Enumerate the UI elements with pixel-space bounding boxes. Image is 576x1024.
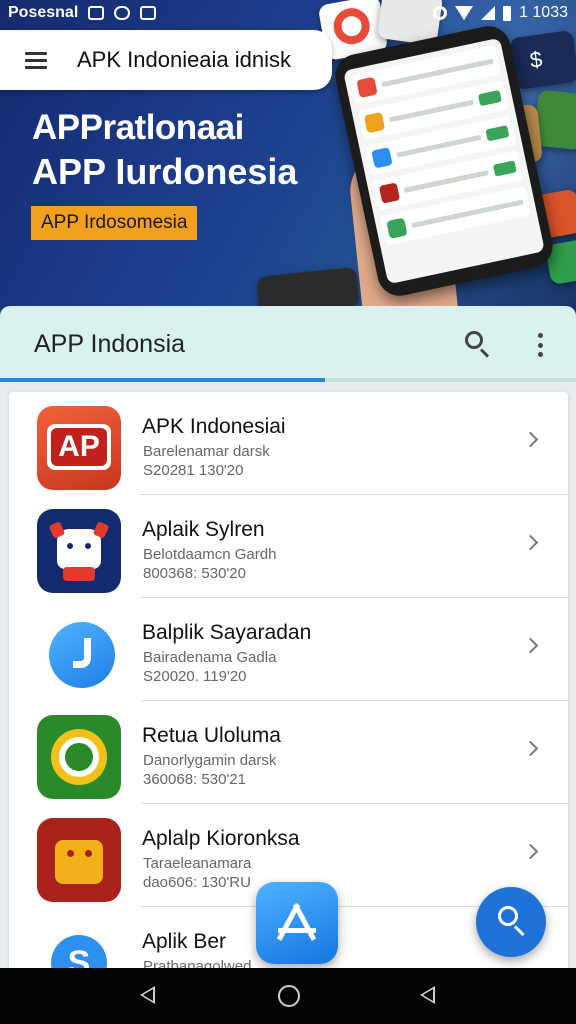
- app-date: S20281 130'20: [143, 462, 244, 479]
- app-name: Aplik Ber: [142, 930, 227, 953]
- app-date: 360068: 530'21: [143, 771, 246, 788]
- battery-icon: [503, 5, 512, 21]
- chevron-right-icon: [522, 843, 539, 860]
- gear-icon: [433, 6, 448, 20]
- finance-app-icon: $: [508, 29, 576, 91]
- app-store-button[interactable]: [256, 882, 338, 964]
- app-date: dao606: 130'RU: [143, 874, 251, 891]
- list-item[interactable]: Retua Uloluma Danorlygamin darsk 360068:…: [9, 701, 568, 804]
- android-box-icon: [37, 818, 121, 902]
- hero-title-line2: APP Iurdonesia: [32, 151, 298, 192]
- robot-icon: [37, 509, 121, 593]
- app-date: 800368: 530'20: [143, 565, 246, 582]
- music-note-icon: [37, 612, 121, 696]
- list-item[interactable]: Aplaik Sylren Belotdaamcn Gardh 800368: …: [9, 495, 568, 598]
- app-subtitle: Danorlygamin darsk: [143, 752, 277, 769]
- message-icon: [114, 6, 131, 20]
- recent-apps-icon[interactable]: [420, 986, 435, 1004]
- chevron-right-icon: [522, 431, 539, 448]
- status-bar: Posesnal 1 1033: [0, 0, 576, 26]
- search-text[interactable]: APK Indonieaia idnisk: [77, 47, 291, 73]
- search-icon[interactable]: [464, 330, 492, 358]
- list-item[interactable]: AP APK Indonesiai Barelenamar darsk S202…: [9, 392, 568, 495]
- carrier-label: Posesnal: [8, 4, 79, 21]
- chevron-right-icon: [522, 740, 539, 757]
- clock: 1 1033: [519, 4, 568, 21]
- search-fab[interactable]: [476, 887, 546, 957]
- home-icon[interactable]: [278, 985, 300, 1007]
- search-bar[interactable]: APK Indonieaia idnisk: [0, 30, 332, 90]
- hero-title-line1: APPratlonaai: [32, 108, 244, 147]
- navigation-bar: [0, 968, 576, 1024]
- app-name: Aplalp Kioronksa: [142, 827, 300, 850]
- dollar-icon: S: [37, 921, 121, 970]
- app-subtitle: Bairadenama Gadla: [143, 649, 277, 666]
- chevron-right-icon: [522, 534, 539, 551]
- ap-logo-icon: AP: [37, 406, 121, 490]
- app-subtitle: Barelenamar darsk: [143, 443, 270, 460]
- chevron-right-icon: [522, 637, 539, 654]
- app-name: APK Indonesiai: [142, 415, 286, 438]
- app-subtitle: Taraeleanamara: [143, 855, 252, 872]
- app-name: Balplik Sayaradan: [142, 621, 312, 644]
- media-icon: [140, 6, 157, 20]
- list-item[interactable]: Balplik Sayaradan Bairadenama Gadla S200…: [9, 598, 568, 701]
- more-options-icon[interactable]: [532, 333, 548, 357]
- back-icon[interactable]: [140, 986, 155, 1004]
- app-date: S20020. 119'20: [143, 668, 247, 685]
- app-store-icon: [274, 902, 320, 942]
- app-bar: APP Indonsia: [0, 306, 576, 382]
- app-bar-title: APP Indonsia: [34, 329, 186, 358]
- loading-progress-bar: [0, 378, 576, 382]
- menu-icon[interactable]: [25, 52, 47, 69]
- sync-arrows-icon: [37, 715, 121, 799]
- notification-icon: [88, 6, 105, 20]
- signal-icon: [481, 6, 496, 20]
- search-icon: [498, 906, 518, 926]
- app-name: Retua Uloluma: [142, 724, 281, 747]
- wifi-icon: [455, 6, 474, 20]
- hero-badge: APP Irdosomesia: [31, 206, 198, 240]
- app-subtitle: Belotdaamcn Gardh: [143, 546, 277, 563]
- app-name: Aplaik Sylren: [142, 518, 265, 541]
